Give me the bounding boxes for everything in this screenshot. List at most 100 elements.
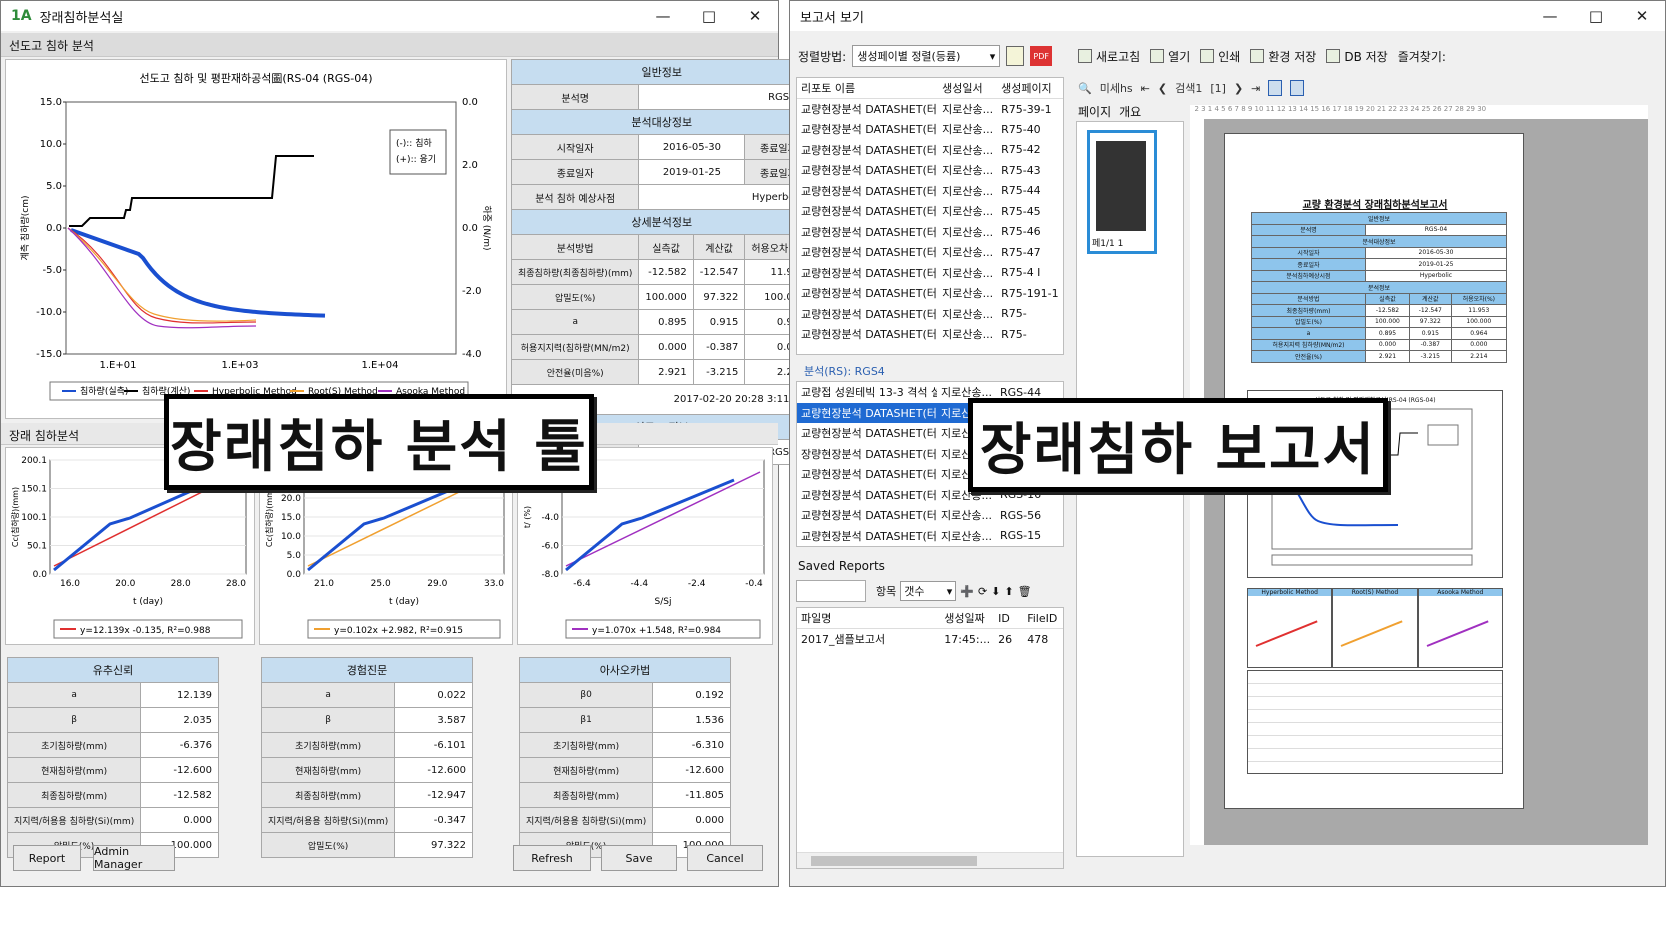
result-key: 최종침하량(mm) [260, 782, 396, 808]
report-cell: Hyperbolic [1364, 269, 1508, 282]
toolbar-icon [1326, 49, 1341, 63]
toolbar-item[interactable]: 환경 저장 [1250, 48, 1316, 65]
horizontal-scrollbar[interactable] [797, 852, 1063, 868]
list-item[interactable]: 교량현장분석 DATASHET(터... 지로산송... R75-44 [797, 181, 1063, 202]
list-cell: 지로산송... [942, 225, 994, 239]
list-column-header[interactable]: 생성일짜 [940, 608, 995, 629]
y2-tick-label: 2.0 [462, 160, 478, 171]
excel-icon[interactable] [1006, 46, 1025, 66]
list-column-header[interactable]: 생성일서 [938, 78, 998, 99]
pdf-icon[interactable]: PDF [1030, 46, 1053, 66]
list-cell: 지로산송... [942, 266, 994, 280]
single-page-icon[interactable] [1268, 80, 1283, 96]
method-value[interactable]: Hyperbolic [638, 184, 813, 210]
maximize-icon[interactable]: □ [1573, 1, 1619, 31]
mini-x-tick: -0.4 [745, 579, 763, 589]
list-item[interactable]: 교량현장분석 DATASHET(터... 지로산송... RGS-15 [797, 526, 1063, 547]
list-column-header[interactable]: FileID [1023, 608, 1063, 629]
page-thumbnail[interactable]: 페1/1 1 [1087, 130, 1157, 254]
list-column-header[interactable]: 생성페이지 [997, 78, 1063, 99]
report-cell: 2016-05-30 [1364, 246, 1508, 259]
add-icon[interactable]: ➕ [960, 585, 974, 598]
detail-row: 압밀도(%) 100.000 97.322 100.000 [510, 284, 813, 310]
refresh-icon[interactable]: ⟳ [978, 585, 987, 598]
detail-cell: 안전율(미음%) [510, 359, 640, 385]
refresh-button[interactable]: Refresh [513, 845, 591, 871]
list-item[interactable]: 교량현장분석 DATASHET(터... 지로산송... R75-46 [797, 222, 1063, 243]
result-value: -6.310 [652, 732, 731, 758]
maximize-icon[interactable]: □ [686, 1, 732, 31]
doc-vertical-scrollbar[interactable] [1648, 105, 1660, 845]
result-row: 압밀도(%) 97.322 [260, 832, 473, 858]
result-row: a 0.022 [260, 682, 473, 708]
start-value[interactable]: 2016-05-30 [638, 134, 746, 160]
report-cell: 100.000 [1364, 315, 1410, 328]
toolbar-item[interactable]: 열기 [1150, 48, 1190, 65]
close-icon[interactable]: ✕ [732, 1, 778, 31]
list-column-header[interactable]: ID [994, 608, 1024, 629]
toolbar-item[interactable]: 즐겨찾기: [1398, 48, 1446, 65]
page-value[interactable]: [1] [1210, 82, 1226, 95]
list-item[interactable]: 교량현장분석 DATASHET(터... 지로산송... R75-42 [797, 140, 1063, 161]
delete-icon[interactable]: 🗑 [1018, 585, 1032, 598]
list-item[interactable]: 교량현장분석 DATASHET(터... 지로산송... R75-191-1 [797, 283, 1063, 304]
list-cell: RGS-56 [999, 508, 1042, 522]
list-item[interactable]: 교량현장분석 DATASHET(터... 지로산송... R75-43 [797, 160, 1063, 181]
list-item[interactable]: 교량현장분석 DATASHET(터... 지로산송... R75-40 [797, 119, 1063, 140]
result-key: 현재침하량(mm) [6, 757, 142, 783]
result-value: -6.101 [394, 732, 473, 758]
list-item[interactable]: 2017_샘플보고서 17:45:... 26 478 [797, 629, 1063, 650]
minimize-icon[interactable]: — [640, 1, 686, 31]
next-page-icon[interactable]: ❯ [1234, 82, 1243, 95]
y-tick-label: 0.0 [46, 223, 62, 234]
toolbar-item[interactable]: 새로고침 [1078, 48, 1140, 65]
zoom-value[interactable]: 미세hs [1100, 80, 1133, 96]
download-icon[interactable]: ⬇ [991, 585, 1000, 598]
section-header: 선도고 침하 분석 [1, 33, 778, 57]
report-cell: 100.000 [1450, 315, 1508, 328]
minimize-icon[interactable]: — [1527, 1, 1573, 31]
list-item[interactable]: 교량현장분석 DATASHET(터... 지로산송... R75- [797, 324, 1063, 345]
result-table-root: 경험진문 a 0.022 β 3.587 초기침하량(mm) -6.101 현재침하량(mm)… [260, 657, 473, 858]
toolbar-item[interactable]: 인쇄 [1200, 48, 1240, 65]
saved-search-input[interactable] [796, 580, 866, 602]
zoom-icon[interactable]: 🔍 [1078, 82, 1092, 95]
report-button[interactable]: Report [13, 845, 81, 871]
list-item[interactable]: 교량현장분석 DATASHET(터... 지로산송... R75-45 [797, 201, 1063, 222]
sort-select[interactable]: 생성페이별 정렬(등륨) ▾ [852, 45, 1001, 67]
close-icon[interactable]: ✕ [1619, 1, 1665, 31]
result-row: 현재침하량(mm) -12.600 [260, 757, 473, 783]
mini-x-tick: 25.0 [371, 579, 391, 589]
list-cell: R75-44 [1001, 184, 1041, 198]
sort-label: 정렬방법: [798, 49, 847, 64]
list-cell: 교량현장분석 DATASHET(터... [801, 205, 939, 219]
saved-filter-select[interactable]: 갯수 ▾ [900, 581, 957, 601]
list-item[interactable]: 교량현장분석 DATASHET(터... 지로산송... R75-39-1 [797, 99, 1063, 120]
list-cell: R75-39-1 [1001, 102, 1052, 116]
tab-pages[interactable]: 페이지 [1078, 103, 1111, 120]
legend-label: 침하량(실측) [80, 385, 128, 397]
doc-horizontal-scrollbar[interactable] [1190, 845, 1660, 857]
admin-manager-button[interactable]: Admin Manager [93, 845, 175, 871]
result-value: 0.000 [140, 807, 219, 833]
last-page-icon[interactable]: ⇥ [1251, 82, 1260, 95]
list-cell: 교량현장분석 DATASHET(터... [801, 246, 939, 260]
save-button[interactable]: Save [601, 845, 677, 871]
prev-page-icon[interactable]: ❮ [1158, 82, 1167, 95]
list-column-header[interactable]: 리포토 이름 [797, 78, 939, 99]
upload-icon[interactable]: ⬆ [1004, 585, 1013, 598]
find-value[interactable]: 검색1 [1175, 80, 1202, 96]
end-value[interactable]: 2019-01-25 [638, 159, 746, 185]
tab-outline[interactable]: 개요 [1119, 103, 1141, 120]
toolbar-item[interactable]: DB 저장 [1326, 48, 1388, 65]
list-item[interactable]: 교량현장분석 DATASHET(터... 지로산송... RGS-56 [797, 505, 1063, 526]
double-page-icon[interactable] [1290, 80, 1305, 96]
first-page-icon[interactable]: ⇤ [1141, 82, 1150, 95]
list-item[interactable]: 교량현장분석 DATASHET(터... 지로산송... R75-47 [797, 242, 1063, 263]
result-row: 최종침하량(mm) -12.582 [6, 782, 219, 808]
result-value: 3.587 [394, 707, 473, 733]
list-item[interactable]: 교량현장분석 DATASHET(터... 지로산송... R75-4 I [797, 263, 1063, 284]
list-item[interactable]: 교량현장분석 DATASHET(터... 지로산송... R75- [797, 304, 1063, 325]
cancel-button[interactable]: Cancel [687, 845, 763, 871]
list-column-header[interactable]: 파일명 [797, 608, 941, 629]
